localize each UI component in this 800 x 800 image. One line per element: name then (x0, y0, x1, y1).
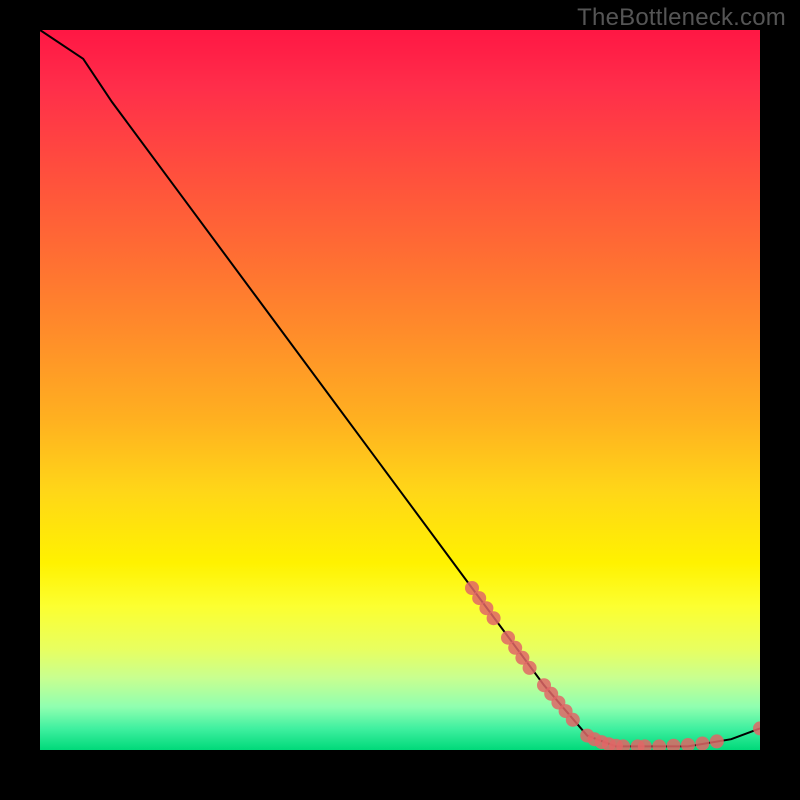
chart-scatter-points (465, 581, 760, 750)
chart-curve (40, 30, 760, 746)
scatter-point (487, 611, 501, 625)
scatter-point (667, 739, 681, 750)
scatter-point (652, 739, 666, 750)
chart-plot-area (40, 30, 760, 750)
scatter-point (681, 738, 695, 750)
watermark-text: TheBottleneck.com (577, 4, 786, 32)
scatter-point (523, 661, 537, 675)
scatter-point (695, 737, 709, 751)
scatter-point (710, 734, 724, 748)
scatter-point (566, 713, 580, 727)
scatter-point (753, 721, 760, 735)
chart-svg-overlay (40, 30, 760, 750)
